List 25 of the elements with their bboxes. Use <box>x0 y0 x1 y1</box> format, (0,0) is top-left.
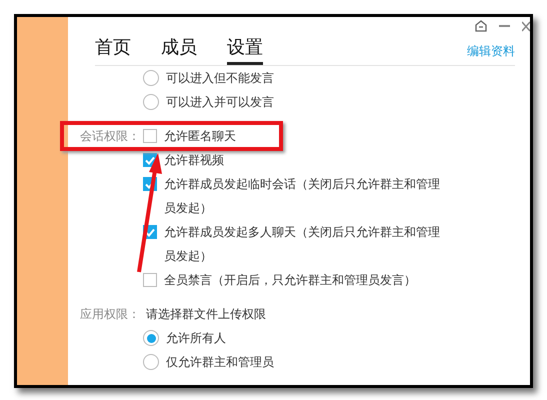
option-label: 允许匿名聊天 <box>164 128 236 145</box>
radio-button[interactable] <box>143 330 159 346</box>
option-label: 全员禁言（开启后，只允许群主和管理员发言） <box>164 272 416 289</box>
option-label: 仅允许群主和管理员 <box>166 354 274 371</box>
checkbox[interactable] <box>143 273 157 287</box>
section-label: 应用权限： <box>79 306 141 323</box>
prompt-text: 请选择群文件上传权限 <box>145 306 267 323</box>
option-label: 允许群成员发起多人聊天（关闭后只允许群主和管理员发起） <box>164 224 441 265</box>
section-label: 会话权限： <box>79 128 141 145</box>
tab[interactable]: 成员 <box>161 35 197 65</box>
checkmark-icon <box>145 156 155 164</box>
radio-button[interactable] <box>143 354 159 370</box>
checkmark-icon <box>145 228 155 236</box>
option-label: 允许群视频 <box>164 152 224 169</box>
tab[interactable]: 设置 <box>227 35 263 65</box>
radio-button[interactable] <box>143 94 159 110</box>
house-icon[interactable] <box>475 20 487 32</box>
option-label: 可以进入并可以发言 <box>166 94 274 111</box>
tab[interactable]: 首页 <box>95 35 131 65</box>
radio-button[interactable] <box>143 70 159 86</box>
option-label: 允许所有人 <box>166 330 226 347</box>
checkbox[interactable] <box>143 129 157 143</box>
option-label: 可以进入但不能发言 <box>166 70 274 87</box>
option-label: 允许群成员发起临时会话（关闭后只允许群主和管理员发起） <box>164 176 441 217</box>
close-icon[interactable] <box>522 20 530 32</box>
